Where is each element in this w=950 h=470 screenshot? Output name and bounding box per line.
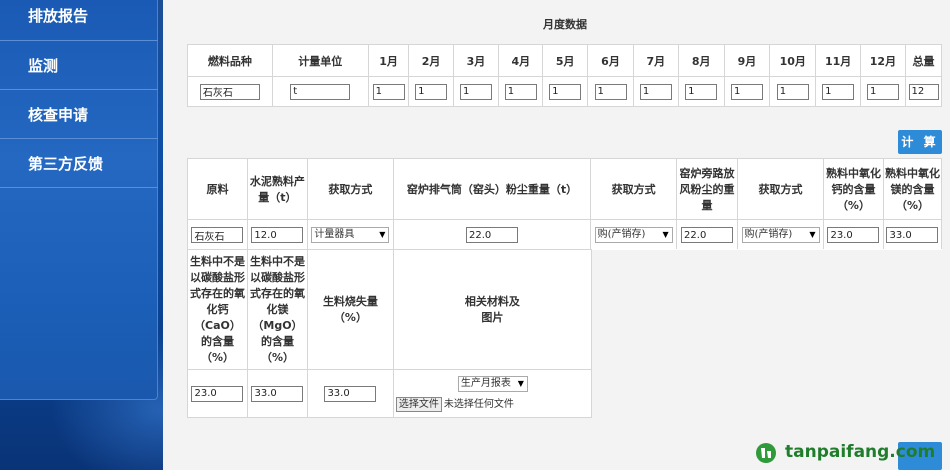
nav-label: 核查申请: [28, 106, 89, 124]
header-clinker-cao: 熟料中氧化钙的含量（%）: [822, 158, 884, 220]
document-type-select[interactable]: 生产月报表 ▼: [457, 375, 528, 392]
month-input[interactable]: [504, 83, 537, 100]
select-value: 生产月报表: [460, 377, 511, 389]
select-value: 购(产销存): [597, 229, 646, 240]
nav-label: 第三方反馈: [28, 155, 104, 173]
month-input[interactable]: [549, 83, 582, 100]
header-month: 4月: [498, 44, 544, 77]
watermark: tanpaifang.com: [755, 438, 945, 468]
header-month: 2月: [408, 44, 454, 77]
total-input[interactable]: [908, 83, 939, 100]
watermark-text: tanpaifang.com: [785, 442, 936, 462]
header-month: 3月: [452, 44, 500, 77]
header-raw-loss: 生料烧失量（%）: [306, 249, 394, 370]
raw-cao-input[interactable]: [191, 385, 244, 402]
monthly-data-title: 月度数据: [543, 18, 587, 31]
header-total: 总量: [905, 44, 942, 77]
month-input[interactable]: [459, 83, 492, 100]
clinker-mgo-input[interactable]: [886, 227, 939, 243]
kiln-dust-input[interactable]: [465, 227, 518, 243]
acquisition-method-select[interactable]: 购(产销存) ▼: [594, 227, 673, 243]
no-file-text: 未选择任何文件: [443, 398, 514, 410]
tanpaifang-logo-icon: [756, 443, 776, 463]
raw-meal-table: 生料中不是以碳酸盐形式存在的氧化钙（CaO）的含量（%） 生料中不是以碳酸盐形式…: [187, 249, 942, 418]
raw-loss-input[interactable]: [324, 385, 377, 402]
select-value: 购(产销存): [744, 229, 793, 240]
raw-mgo-input[interactable]: [251, 385, 304, 402]
empty-area: [591, 249, 942, 418]
header-clinker-mgo: 熟料中氧化镁的含量（%）: [882, 158, 943, 220]
month-input[interactable]: [594, 83, 627, 100]
header-fuel-type: 燃料品种: [187, 44, 273, 77]
month-input[interactable]: [730, 83, 763, 100]
calculate-button[interactable]: 计 算: [898, 130, 942, 154]
header-month: 5月: [542, 44, 588, 77]
acquisition-method-select[interactable]: 购(产销存) ▼: [741, 227, 820, 243]
clinker-cao-input[interactable]: [827, 227, 880, 243]
sidebar: 排放报告 监测 核查申请 第三方反馈: [0, 0, 163, 470]
month-input[interactable]: [639, 83, 672, 100]
header-unit: 计量单位: [271, 44, 369, 77]
fuel-type-input[interactable]: [199, 83, 260, 100]
unit-input[interactable]: [290, 83, 351, 100]
header-attachments: 相关材料及图片: [392, 249, 592, 370]
month-input[interactable]: [372, 83, 405, 100]
dropdown-arrow-icon: ▼: [662, 230, 669, 239]
month-input[interactable]: [685, 83, 718, 100]
main-content: 月度数据 燃料品种 计量单位 1月 2月 3月 4月 5月 6月 7月 8月 9…: [163, 0, 950, 470]
nav-item-monitoring[interactable]: 监测: [0, 41, 158, 90]
month-input[interactable]: [776, 83, 809, 100]
header-acquisition-method: 获取方式: [590, 158, 678, 220]
raw-material-input[interactable]: [191, 227, 244, 243]
dropdown-arrow-icon: ▼: [379, 230, 386, 239]
bypass-dust-input[interactable]: [681, 227, 734, 243]
header-month: 9月: [723, 44, 771, 77]
header-raw-mgo: 生料中不是以碳酸盐形式存在的氧化镁（MgO）的含量（%）: [246, 249, 308, 370]
header-raw-cao: 生料中不是以碳酸盐形式存在的氧化钙（CaO）的含量（%）: [187, 249, 248, 370]
header-month: 10月: [769, 44, 817, 77]
header-acquisition-method: 获取方式: [306, 158, 394, 220]
acquisition-method-select[interactable]: 计量器具 ▼: [311, 227, 390, 243]
nav-item-verification-request[interactable]: 核查申请: [0, 90, 158, 139]
header-month: 11月: [815, 44, 861, 77]
month-input[interactable]: [866, 83, 899, 100]
dropdown-arrow-icon: ▼: [517, 378, 524, 388]
nav-label: 监测: [28, 57, 59, 75]
nav-label: 排放报告: [28, 7, 89, 25]
header-month: 1月: [367, 44, 410, 77]
select-value: 计量器具: [314, 229, 355, 240]
header-raw-material: 原料: [187, 158, 248, 220]
clinker-output-input[interactable]: [251, 227, 304, 243]
monthly-table: 燃料品种 计量单位 1月 2月 3月 4月 5月 6月 7月 8月 9月 10月…: [187, 44, 942, 107]
header-bypass-dust-weight: 窑炉旁路放风粉尘的重量: [676, 158, 739, 220]
header-month: 12月: [859, 44, 907, 77]
header-month: 8月: [677, 44, 725, 77]
sidebar-panel: 排放报告 监测 核查申请 第三方反馈: [0, 0, 158, 400]
header-clinker-output: 水泥熟料产量（t）: [246, 158, 308, 220]
dropdown-arrow-icon: ▼: [809, 230, 816, 239]
nav-item-emission-report[interactable]: 排放报告: [0, 0, 158, 41]
choose-file-button[interactable]: 选择文件: [395, 396, 442, 412]
header-acquisition-method: 获取方式: [737, 158, 824, 220]
month-input[interactable]: [822, 83, 855, 100]
nav-item-third-party-feedback[interactable]: 第三方反馈: [0, 139, 158, 188]
header-month: 6月: [586, 44, 635, 77]
material-table: 原料 水泥熟料产量（t） 获取方式 窑炉排气筒（窑头）粉尘重量（t） 获取方式 …: [187, 158, 943, 251]
header-kiln-dust-weight: 窑炉排气筒（窑头）粉尘重量（t）: [392, 158, 592, 220]
header-month: 7月: [633, 44, 679, 77]
month-input[interactable]: [415, 83, 448, 100]
